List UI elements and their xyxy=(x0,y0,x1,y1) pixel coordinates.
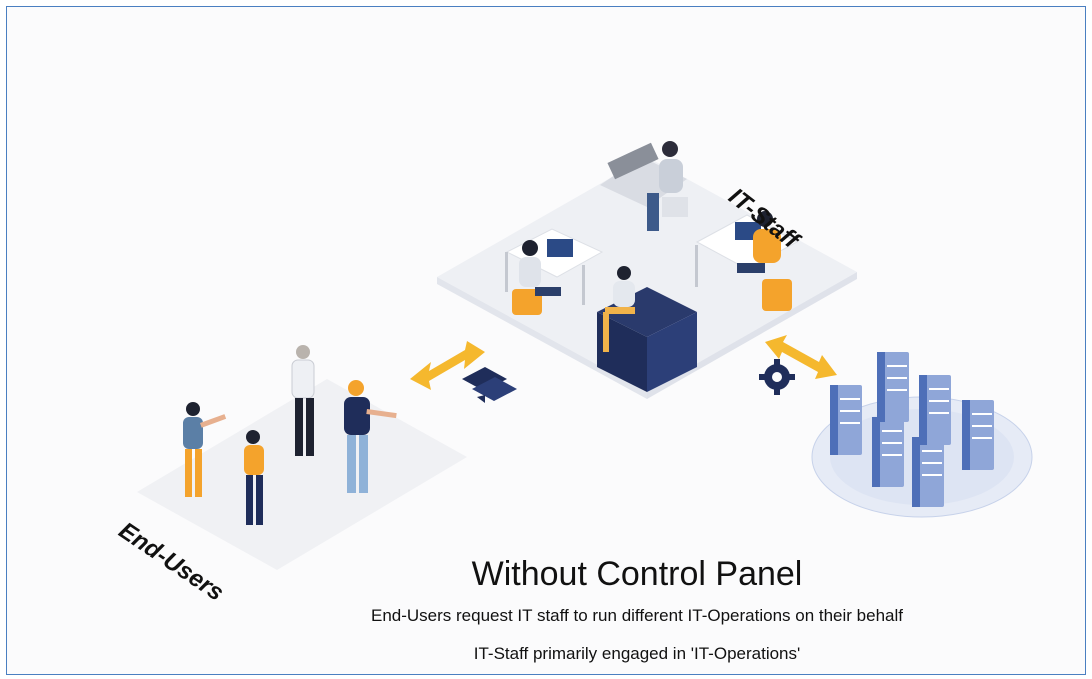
end-user-person-3 xyxy=(291,345,315,456)
server-rack-icon xyxy=(811,352,1033,518)
diagram-frame: IT-Staff End-Users Without Control Panel… xyxy=(6,6,1086,675)
subtitle-line-1: End-Users request IT staff to run differ… xyxy=(370,606,903,625)
page-title: Without Control Panel xyxy=(471,555,803,593)
subtitle-line-2: IT-Staff primarily engaged in 'IT-Operat… xyxy=(473,644,801,663)
chat-bubbles-icon xyxy=(462,367,517,403)
gear-icon xyxy=(759,359,795,395)
